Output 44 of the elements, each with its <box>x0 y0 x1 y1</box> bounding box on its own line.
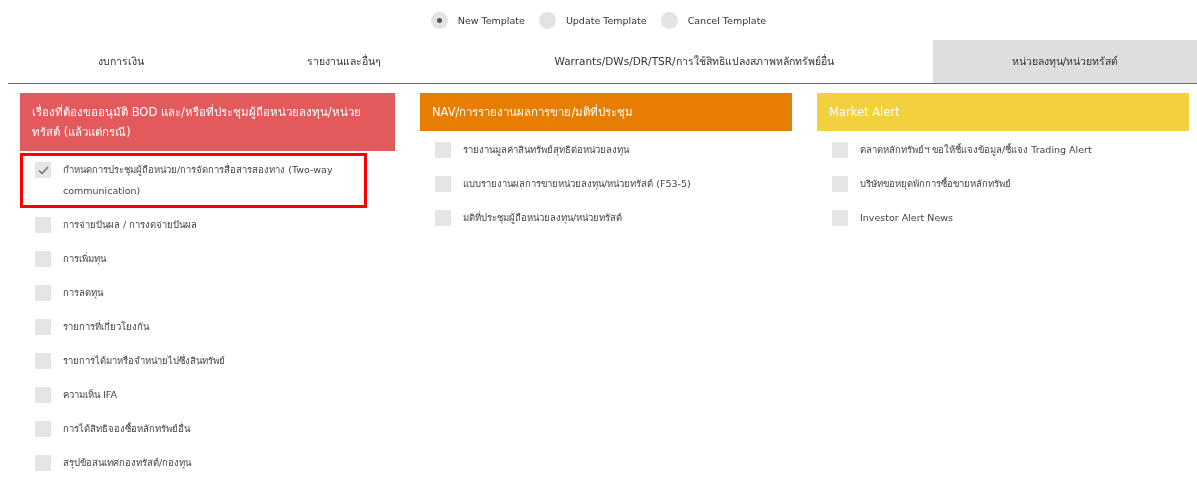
radio-label: New Template <box>457 14 525 26</box>
checkbox[interactable] <box>35 387 51 403</box>
checkbox-label: ความเห็น IFA <box>63 388 117 402</box>
checkbox[interactable] <box>35 421 51 437</box>
radio-button[interactable] <box>538 11 556 29</box>
checkbox-label: การจ่ายปันผล / การงดจ่ายปันผล <box>63 218 198 232</box>
checkbox[interactable] <box>35 319 51 335</box>
checkbox-label: การได้สิทธิจองซื้อหลักทรัพย์อื่น <box>63 421 190 436</box>
check-icon <box>37 165 49 175</box>
radio-label: Cancel Template <box>687 14 767 26</box>
checkbox-label: รายงานมูลค่าสินทรัพย์สุทธิต่อหน่วยลงทุน <box>463 143 629 158</box>
checkbox-label: การเพิ่มทุน <box>63 251 106 267</box>
checkbox-label: สรุปข้อสนเทศกองทรัสต์/กองทุน <box>63 456 192 471</box>
checkbox[interactable] <box>435 210 451 226</box>
category-header: NAV/การรายงานผลการขาย/มติที่ประชุม <box>420 93 792 131</box>
radio-label: Update Template <box>565 14 647 26</box>
checkbox[interactable] <box>35 455 51 471</box>
tab[interactable]: หน่วยลงทุน/หน่วยทรัสต์ <box>933 40 1197 83</box>
checkbox-label: แบบรายงานผลการขายหน่วยลงทุน/หน่วยทรัสต์ (F53-5) <box>463 177 691 192</box>
checkbox[interactable] <box>832 142 848 158</box>
checkbox[interactable] <box>435 176 451 192</box>
checkbox-label: Investor Alert News <box>860 211 953 225</box>
checkbox-label: กำหนดการประชุมผู้ถือหน่วย/การจัดการสื่อสารสองทาง (Two-way communication) <box>63 162 334 198</box>
checkbox-label: มติที่ประชุมผู้ถือหน่วยลงทุน/หน่วยทรัสต์ <box>463 210 623 226</box>
tab[interactable]: รายงานและอื่นๆ <box>233 40 455 83</box>
checkbox[interactable] <box>35 251 51 267</box>
checkbox[interactable] <box>435 142 451 158</box>
radio-button[interactable] <box>660 11 678 29</box>
checkbox-label: การลดทุน <box>63 286 103 301</box>
checkbox[interactable] <box>35 162 51 178</box>
category-header: Market Alert <box>817 93 1189 131</box>
checkbox[interactable] <box>832 176 848 192</box>
category-header: เรื่องที่ต้องขออนุมัติ BOD และ/หรือที่ประชุมผู้ถือหน่วยลงทุน/หน่วยทรัสต์ (แล้วแต่กรณี) <box>20 93 395 151</box>
radio-button[interactable] <box>430 11 448 29</box>
checkbox[interactable] <box>35 285 51 301</box>
checkbox[interactable] <box>35 217 51 233</box>
tab[interactable]: งบการเงิน <box>8 40 233 83</box>
checkbox-label: บริษัทขอหยุดพักการซื้อขายหลักทรัพย์ <box>860 176 1011 192</box>
checkbox[interactable] <box>35 353 51 369</box>
tab[interactable]: Warrants/DWs/DR/TSR/การใช้สิทธิแปลงสภาพหลักทรัพย์อื่น <box>455 40 933 83</box>
checkbox-label: รายการได้มาหรือจำหน่ายไปซึ่งสินทรัพย์ <box>63 353 225 368</box>
checkbox-label: รายการที่เกี่ยวโยงกัน <box>63 319 149 334</box>
checkbox-label: ตลาดหลักทรัพย์ฯ ขอให้ชี้แจงข้อมูล/ชี้แจง Trading Alert <box>860 142 1092 158</box>
checkbox[interactable] <box>832 210 848 226</box>
